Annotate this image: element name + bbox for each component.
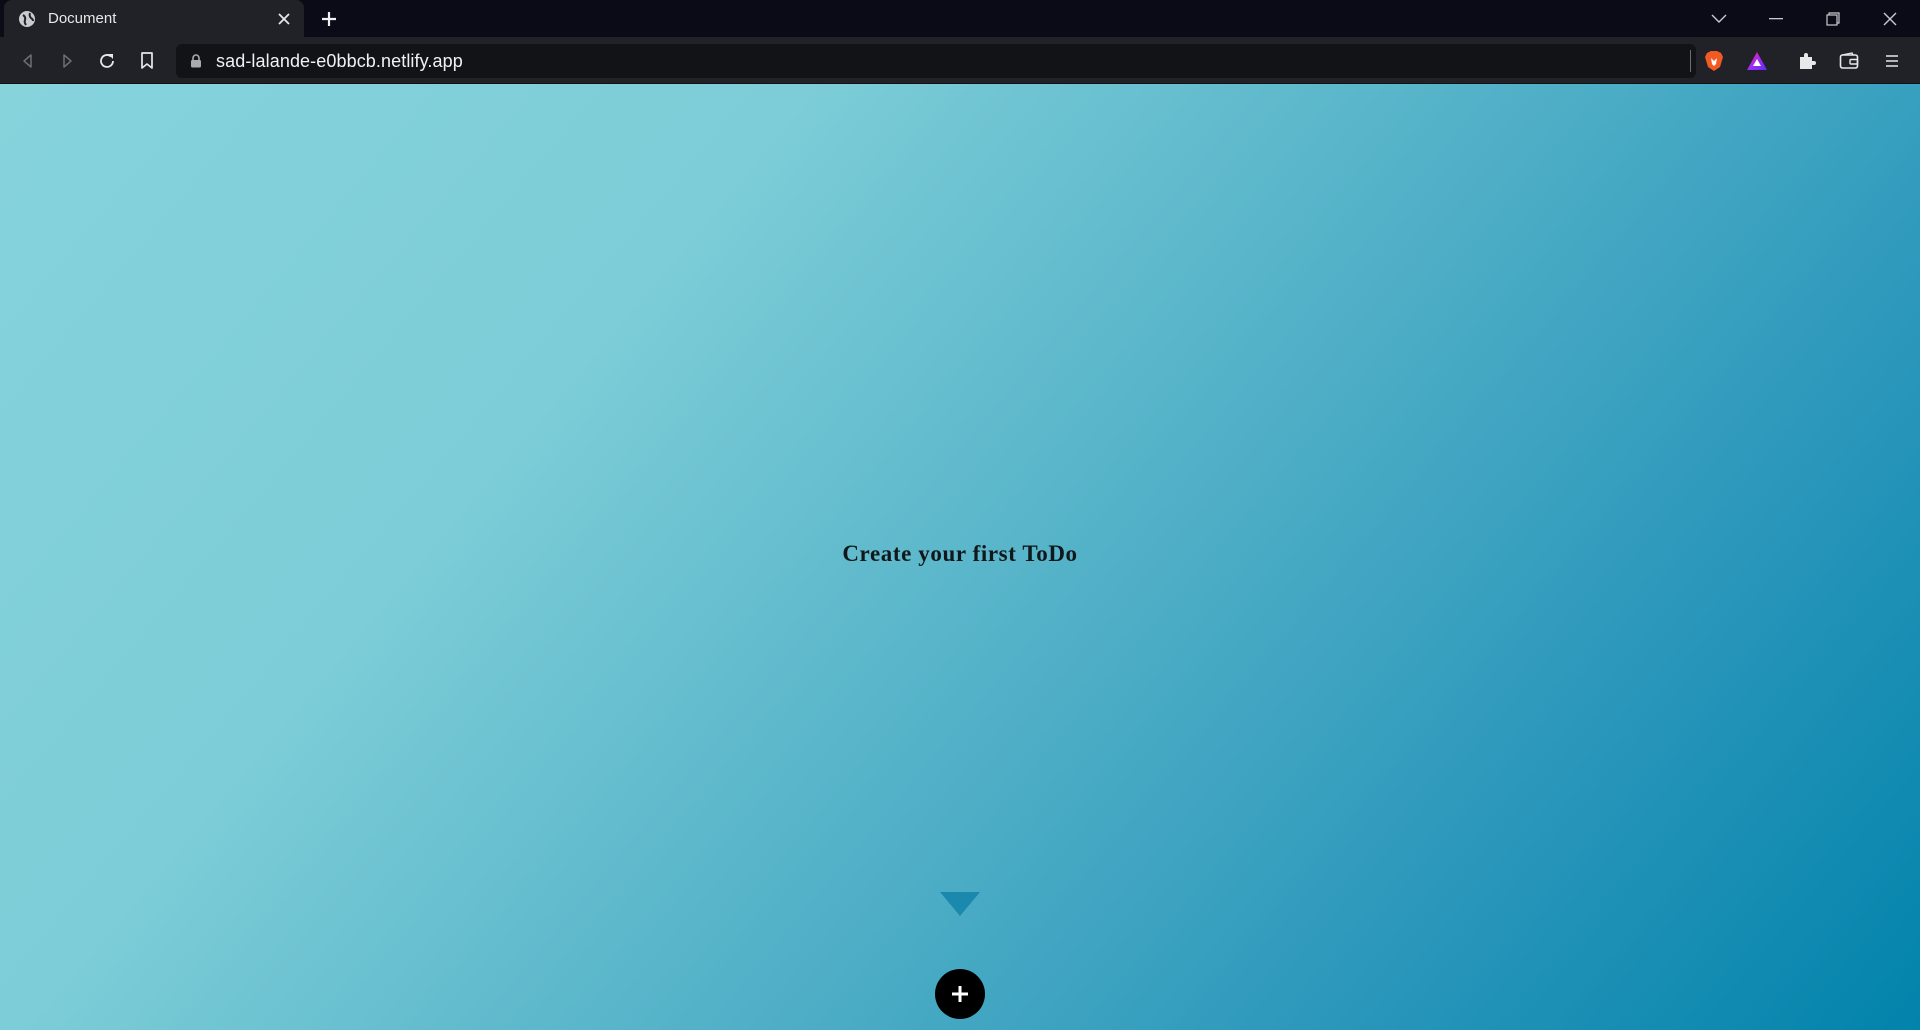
- globe-icon: [18, 10, 36, 28]
- page-viewport: Create your first ToDo: [0, 84, 1920, 1030]
- forward-icon: [63, 54, 72, 68]
- add-todo-button[interactable]: [935, 969, 985, 1019]
- restore-button[interactable]: [1810, 0, 1856, 37]
- browser-window: Document sad-lalande-e0bbcb.netlify.app …: [0, 0, 1920, 1030]
- back-icon: [23, 54, 32, 68]
- tab-search-button[interactable]: [1696, 0, 1742, 37]
- reload-icon: [100, 54, 114, 68]
- forward-button[interactable]: [51, 45, 83, 77]
- back-button[interactable]: [12, 45, 44, 77]
- triangle-down-icon: [940, 892, 980, 916]
- tab-strip: Document: [0, 0, 1920, 37]
- address-divider: [1690, 50, 1691, 72]
- empty-state-message: Create your first ToDo: [842, 541, 1078, 566]
- brave-rewards-button[interactable]: [1741, 45, 1773, 77]
- menu-icon: [1886, 55, 1898, 67]
- tab-close-icon[interactable]: [270, 5, 298, 33]
- plus-icon: [952, 986, 968, 1002]
- minimize-icon: [1769, 17, 1783, 19]
- browser-menu-button[interactable]: [1876, 45, 1908, 77]
- brave-rewards-icon: [1747, 52, 1767, 70]
- wallet-icon: [1839, 52, 1859, 69]
- extensions-icon: [1800, 53, 1816, 69]
- bookmark-icon: [141, 52, 153, 69]
- address-url: sad-lalande-e0bbcb.netlify.app: [216, 50, 463, 71]
- new-tab-button[interactable]: [314, 4, 344, 34]
- plus-icon: [322, 12, 336, 26]
- address-bar[interactable]: sad-lalande-e0bbcb.netlify.app: [176, 44, 1696, 78]
- close-icon: [1883, 12, 1897, 25]
- brave-shields-button[interactable]: [1698, 45, 1730, 77]
- minimize-button[interactable]: [1753, 0, 1799, 37]
- restore-icon: [1826, 11, 1840, 26]
- lock-icon: [191, 54, 201, 68]
- wallet-button[interactable]: [1833, 45, 1865, 77]
- brave-shields-icon: [1705, 51, 1723, 71]
- bookmark-button[interactable]: [131, 45, 163, 77]
- extensions-button[interactable]: [1791, 45, 1823, 77]
- browser-toolbar: sad-lalande-e0bbcb.netlify.app: [0, 37, 1920, 84]
- tab-title: Document: [48, 10, 117, 27]
- close-window-button[interactable]: [1867, 0, 1913, 37]
- chevron-down-icon: [1711, 14, 1727, 23]
- reload-button[interactable]: [91, 45, 123, 77]
- tab-document[interactable]: Document: [4, 0, 304, 37]
